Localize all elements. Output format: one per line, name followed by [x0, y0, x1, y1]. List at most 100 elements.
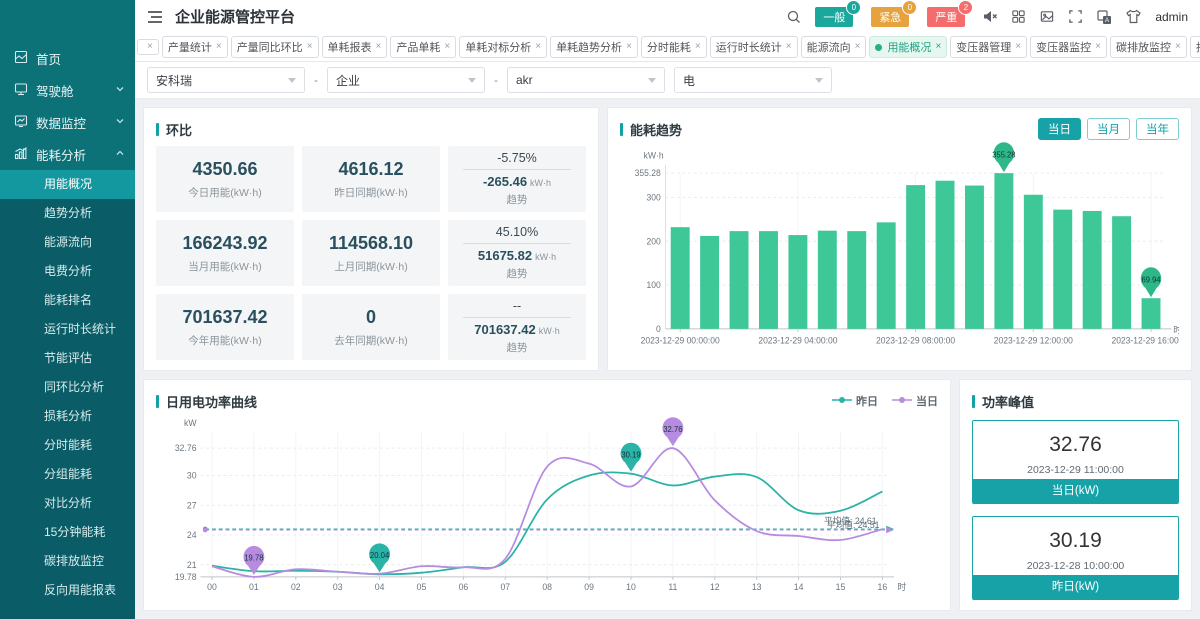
- stat-value: 701637.42: [182, 307, 267, 328]
- sidebar-subitem-反向用能报表[interactable]: 反向用能报表: [0, 576, 135, 605]
- sidebar-subitem-用能概况[interactable]: 用能概况: [0, 170, 135, 199]
- alarm-badge-label: 一般: [823, 12, 845, 24]
- period-button-当月[interactable]: 当月: [1087, 118, 1130, 140]
- sidebar-item-首页[interactable]: 首页: [0, 42, 135, 74]
- svg-text:08: 08: [542, 582, 552, 592]
- tab-close-icon[interactable]: ×: [786, 42, 792, 52]
- power-curve-line-chart[interactable]: 19.782124273032.76kW00010203040506070809…: [156, 414, 938, 600]
- legend-item-昨日[interactable]: 昨日: [832, 393, 878, 409]
- tab-close-icon[interactable]: ×: [855, 42, 861, 52]
- sidebar-subitem-同环比分析[interactable]: 同环比分析: [0, 373, 135, 402]
- tab-close-icon[interactable]: ×: [626, 42, 632, 52]
- tab-close-icon[interactable]: ×: [1095, 42, 1101, 52]
- filter-bar: 安科瑞-企业-akr电: [135, 62, 1200, 99]
- period-button-当日[interactable]: 当日: [1038, 118, 1081, 140]
- user-name[interactable]: admin: [1155, 10, 1188, 24]
- filter-separator: -: [314, 73, 318, 87]
- legend-line-icon: [892, 395, 912, 407]
- tab-单耗对标分析[interactable]: 单耗对标分析×: [459, 36, 547, 58]
- svg-text:15: 15: [836, 582, 846, 592]
- menu-collapse-icon[interactable]: [147, 10, 163, 24]
- sidebar-item-能耗分析[interactable]: 能耗分析: [0, 138, 135, 170]
- tab-碳排放监控[interactable]: 碳排放监控×: [1110, 36, 1187, 58]
- sidebar-subitem-节能评估[interactable]: 节能评估: [0, 344, 135, 373]
- tab-close-icon[interactable]: ×: [307, 42, 313, 52]
- tab-close-icon[interactable]: ×: [444, 42, 450, 52]
- sidebar-subitem-碳排放监控[interactable]: 碳排放监控: [0, 547, 135, 576]
- panel-title-row: 环比: [156, 116, 586, 142]
- tab-close-icon[interactable]: ×: [1015, 42, 1021, 52]
- tab-产品单耗[interactable]: 产品单耗×: [390, 36, 456, 58]
- alarm-badge-紧急[interactable]: 紧急0: [871, 7, 909, 27]
- svg-text:09: 09: [584, 582, 594, 592]
- sidebar-item-数据监控[interactable]: 数据监控: [0, 106, 135, 138]
- panel-title: 日用电功率曲线: [166, 392, 257, 411]
- energy-trend-bar-chart[interactable]: 0100200300355.28kW·h2023-12-29 00:00:002…: [620, 142, 1179, 360]
- tab-close-icon[interactable]: ×: [935, 42, 941, 52]
- alarm-badge-一般[interactable]: 一般0: [815, 7, 853, 27]
- alarm-badge-严重[interactable]: 严重2: [927, 7, 965, 27]
- sidebar-item-驾驶舱[interactable]: 驾驶舱: [0, 74, 135, 106]
- sidebar-subitem-分时能耗[interactable]: 分时能耗: [0, 431, 135, 460]
- tab-单耗报表[interactable]: 单耗报表×: [322, 36, 388, 58]
- sidebar-subitem-15分钟能耗[interactable]: 15分钟能耗: [0, 518, 135, 547]
- legend-item-当日[interactable]: 当日: [892, 393, 938, 409]
- svg-text:32.76: 32.76: [663, 425, 683, 434]
- image-icon[interactable]: [1039, 9, 1055, 24]
- tab-close-icon[interactable]: ×: [376, 42, 382, 52]
- svg-text:平均值: 24.51: 平均值: 24.51: [827, 519, 880, 530]
- stat-value: 4350.66: [192, 159, 257, 180]
- sidebar-item-label: 首页: [36, 49, 125, 68]
- alarm-badge-label: 严重: [935, 12, 957, 24]
- tab-label: 运行时长统计: [716, 39, 782, 55]
- filter-select-4[interactable]: 电: [674, 67, 832, 93]
- tab-变压器监控[interactable]: 变压器监控×: [1030, 36, 1107, 58]
- filter-select-value: 安科瑞: [156, 72, 288, 89]
- trend-percent: -5.75%: [497, 151, 537, 165]
- sidebar-subitem-能源流向[interactable]: 能源流向: [0, 228, 135, 257]
- sidebar-subitem-能耗排名[interactable]: 能耗排名: [0, 286, 135, 315]
- tab-label: 抄表数据: [1196, 39, 1200, 55]
- tab-产量同比环比[interactable]: 产量同比环比×: [231, 36, 319, 58]
- tab-分时能耗[interactable]: 分时能耗 ×: [641, 36, 707, 58]
- tab-clipped[interactable]: ×: [137, 39, 159, 55]
- sidebar-subitem-趋势分析[interactable]: 趋势分析: [0, 199, 135, 228]
- screenshot-icon[interactable]: A: [1096, 9, 1112, 25]
- sidebar-subitem-分组能耗[interactable]: 分组能耗: [0, 460, 135, 489]
- title-accent-bar: [156, 395, 159, 408]
- tab-close-icon[interactable]: ×: [535, 42, 541, 52]
- fullscreen-icon[interactable]: [1068, 9, 1083, 24]
- grid-apps-icon[interactable]: [1011, 9, 1026, 24]
- tab-产量统计[interactable]: 产量统计×: [162, 36, 228, 58]
- peak-label: 昨日(kW): [973, 575, 1178, 599]
- mute-icon[interactable]: [982, 9, 998, 24]
- filter-select-2[interactable]: 企业: [327, 67, 485, 93]
- chevron-down-icon: [468, 78, 476, 83]
- svg-text:16: 16: [878, 582, 888, 592]
- sidebar-subitem-电费分析[interactable]: 电费分析: [0, 257, 135, 286]
- tab-运行时长统计[interactable]: 运行时长统计 ×: [710, 36, 798, 58]
- tab-抄表数据[interactable]: 抄表数据×: [1190, 36, 1200, 58]
- tab-close-icon[interactable]: ×: [1175, 42, 1181, 52]
- panel-ring-comparison: 环比 4350.66今日用能(kW·h)4616.12昨日同期(kW·h)-5.…: [143, 107, 599, 371]
- tab-用能概况[interactable]: 用能概况×: [869, 36, 947, 58]
- sidebar-subitem-损耗分析[interactable]: 损耗分析: [0, 402, 135, 431]
- filter-select-3[interactable]: akr: [507, 67, 665, 93]
- tab-label: 分时能耗: [647, 39, 691, 55]
- period-button-当年[interactable]: 当年: [1136, 118, 1179, 140]
- tab-close-icon[interactable]: ×: [695, 42, 701, 52]
- sidebar-subitem-对比分析[interactable]: 对比分析: [0, 489, 135, 518]
- tab-close-icon[interactable]: ×: [147, 42, 153, 52]
- filter-select-1[interactable]: 安科瑞: [147, 67, 305, 93]
- search-icon[interactable]: [786, 9, 802, 25]
- trend-divider: [463, 243, 571, 244]
- tab-能源流向[interactable]: 能源流向×: [801, 36, 867, 58]
- theme-shirt-icon[interactable]: [1125, 9, 1142, 24]
- tab-变压器管理[interactable]: 变压器管理×: [950, 36, 1027, 58]
- home-icon: [14, 50, 28, 67]
- tab-单耗趋势分析[interactable]: 单耗趋势分析×: [550, 36, 638, 58]
- sidebar-subitem-运行时长统计[interactable]: 运行时长统计: [0, 315, 135, 344]
- panel-title: 环比: [166, 120, 192, 139]
- tab-close-icon[interactable]: ×: [216, 42, 222, 52]
- panel-power-curve: 日用电功率曲线 昨日当日 19.782124273032.76kW0001020…: [143, 379, 951, 611]
